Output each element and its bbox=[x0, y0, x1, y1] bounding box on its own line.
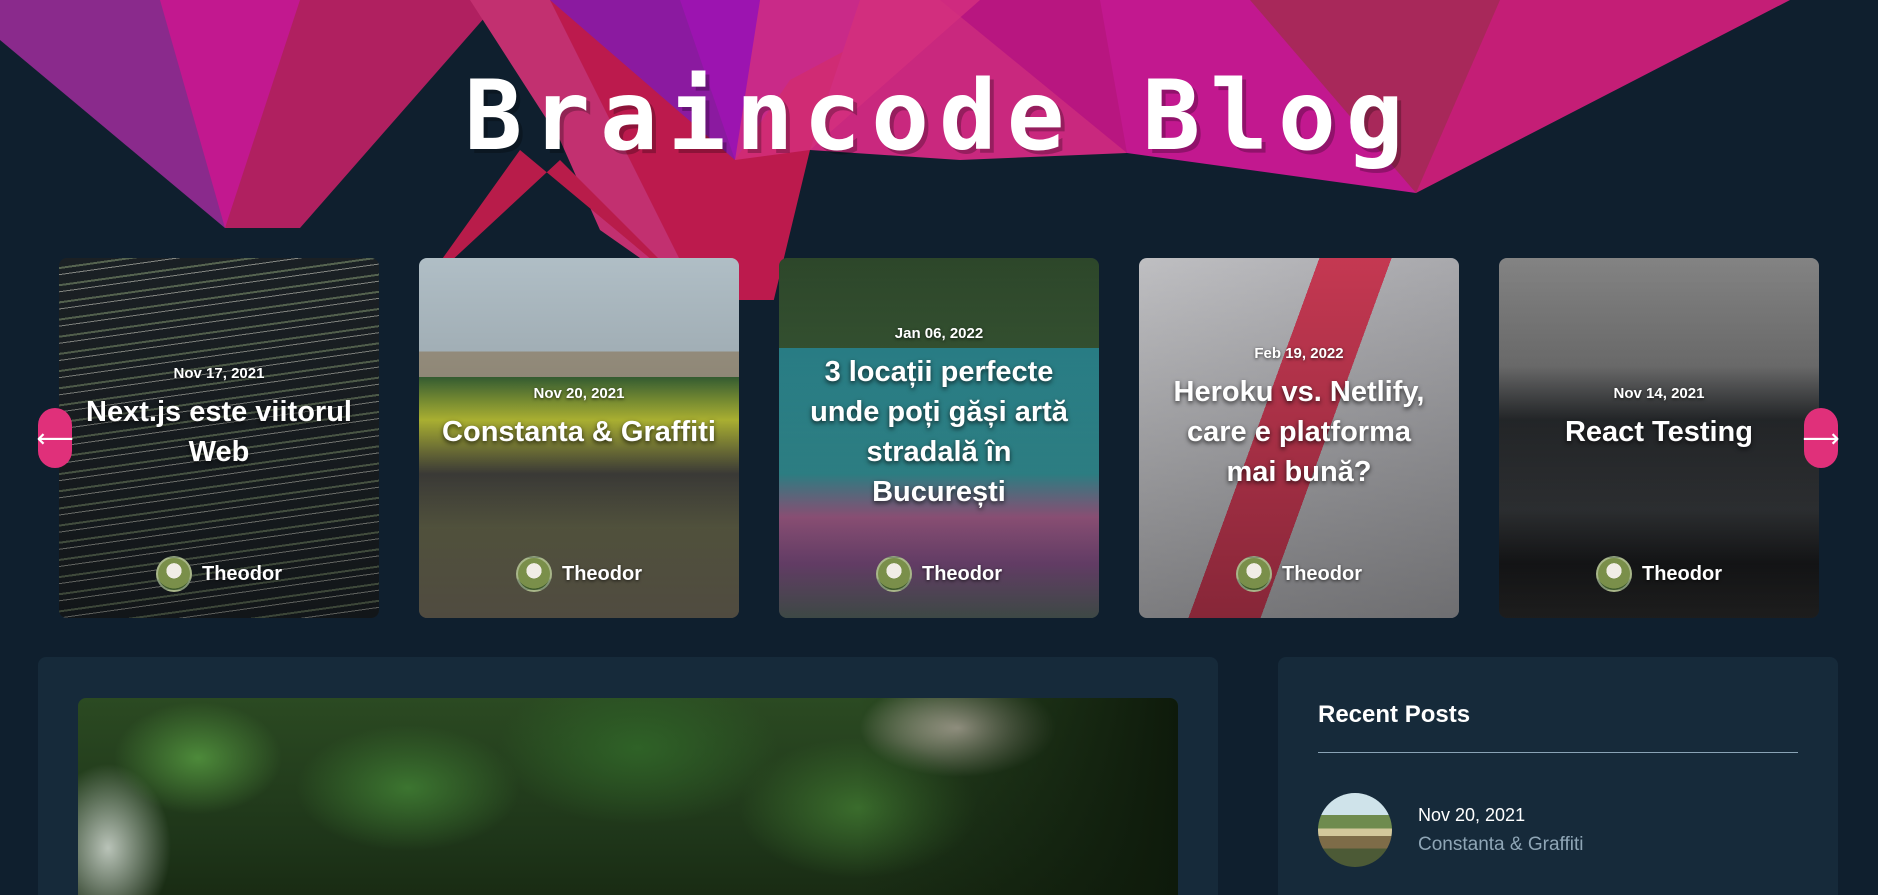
recent-posts-sidebar: Recent Posts Nov 20, 2021 Constanta & Gr… bbox=[1278, 657, 1838, 895]
card-title: Constanta & Graffiti bbox=[442, 415, 716, 448]
author-name: Theodor bbox=[202, 562, 282, 585]
recent-post-title: Constanta & Graffiti bbox=[1418, 833, 1584, 855]
main-post-panel bbox=[38, 657, 1218, 895]
carousel-card[interactable]: Nov 17, 2021 Next.js este viitorul Web T… bbox=[59, 258, 379, 618]
avatar bbox=[1236, 556, 1272, 592]
author-name: Theodor bbox=[1642, 562, 1722, 585]
card-author: Theodor bbox=[419, 556, 739, 592]
card-title: Next.js este viitorul Web bbox=[86, 395, 352, 468]
author-name: Theodor bbox=[1282, 562, 1362, 585]
carousel-prev-button[interactable]: ⟵ bbox=[36, 408, 74, 468]
card-title: React Testing bbox=[1564, 415, 1753, 448]
arrow-right-icon: ⟶ bbox=[1802, 422, 1840, 453]
avatar bbox=[516, 556, 552, 592]
recent-post-item[interactable]: Nov 20, 2021 Constanta & Graffiti bbox=[1318, 793, 1583, 867]
avatar bbox=[876, 556, 912, 592]
author-name: Theodor bbox=[562, 562, 642, 585]
card-author: Theodor bbox=[1139, 556, 1459, 592]
avatar bbox=[1596, 556, 1632, 592]
card-date: Nov 14, 2021 bbox=[1613, 384, 1705, 402]
divider bbox=[1318, 752, 1798, 753]
carousel-card[interactable]: Feb 19, 2022 Heroku vs. Netlify, care e … bbox=[1139, 258, 1459, 618]
carousel-card[interactable]: Nov 14, 2021 React Testing Theodor bbox=[1499, 258, 1819, 618]
recent-post-thumbnail bbox=[1318, 793, 1392, 867]
carousel-card[interactable]: Jan 06, 2022 3 locații perfecte unde poț… bbox=[779, 258, 1099, 618]
recent-post-date: Nov 20, 2021 bbox=[1418, 804, 1526, 825]
author-name: Theodor bbox=[922, 562, 1002, 585]
carousel-next-button[interactable]: ⟶ bbox=[1802, 408, 1840, 468]
card-date: Nov 20, 2021 bbox=[533, 384, 625, 402]
arrow-left-icon: ⟵ bbox=[36, 422, 74, 453]
card-author: Theodor bbox=[1499, 556, 1819, 592]
avatar bbox=[156, 556, 192, 592]
card-author: Theodor bbox=[779, 556, 1099, 592]
header-banner: Braincode Blog bbox=[0, 0, 1878, 300]
card-date: Feb 19, 2022 bbox=[1254, 344, 1344, 362]
card-date: Nov 17, 2021 bbox=[173, 364, 265, 382]
featured-post-image[interactable] bbox=[78, 698, 1178, 895]
blog-title: Braincode Blog bbox=[464, 60, 1414, 172]
sidebar-title: Recent Posts bbox=[1318, 701, 1471, 728]
featured-posts-carousel: ⟵ Nov 17, 2021 Next.js este viitorul Web… bbox=[0, 258, 1878, 618]
carousel-card[interactable]: Nov 20, 2021 Constanta & Graffiti Theodo… bbox=[419, 258, 739, 618]
card-title: Heroku vs. Netlify, care e platforma mai… bbox=[1173, 375, 1425, 488]
card-date: Jan 06, 2022 bbox=[894, 324, 984, 342]
card-title: 3 locații perfecte unde poți găși artă s… bbox=[810, 355, 1068, 508]
card-author: Theodor bbox=[59, 556, 379, 592]
